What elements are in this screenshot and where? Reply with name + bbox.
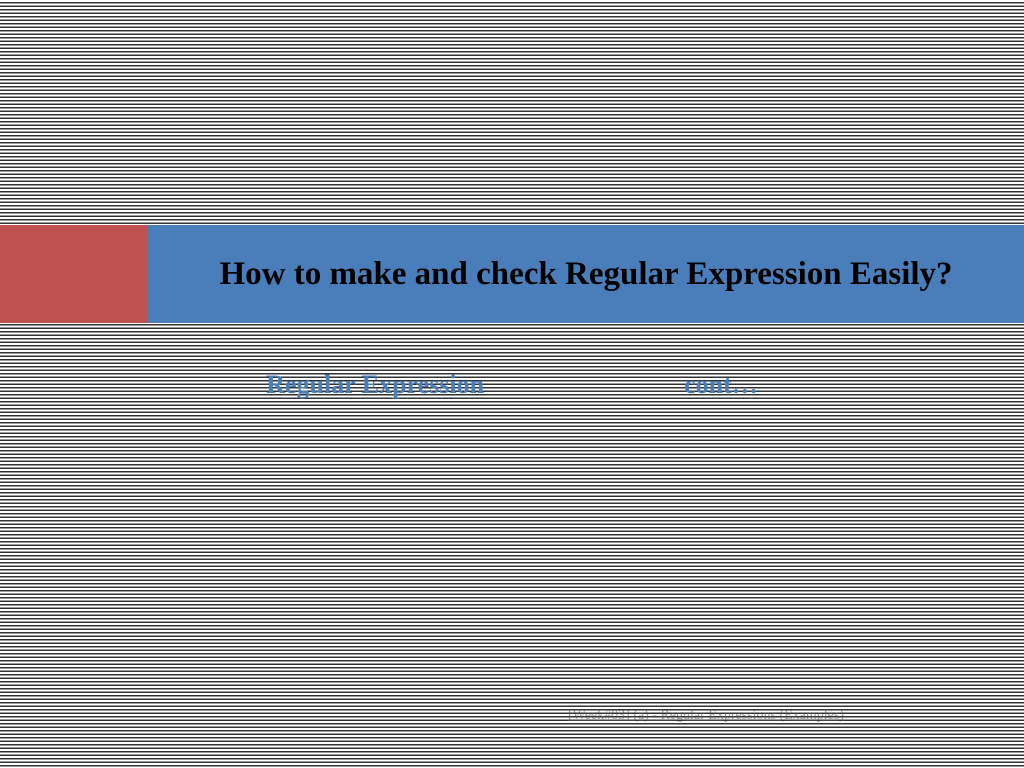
red-accent-block <box>0 225 148 323</box>
footer-text: [Week#03] (a) - Regular Expressions (Exa… <box>568 706 844 726</box>
subtitle-right: cont… <box>684 370 758 400</box>
title-blue-bar: How to make and check Regular Expression… <box>148 225 1024 323</box>
title-bar: How to make and check Regular Expression… <box>0 225 1024 323</box>
subtitle-left: Regular Expression <box>266 370 484 400</box>
subtitle-row: Regular Expression cont… <box>0 370 1024 400</box>
slide-title: How to make and check Regular Expression… <box>219 252 952 297</box>
